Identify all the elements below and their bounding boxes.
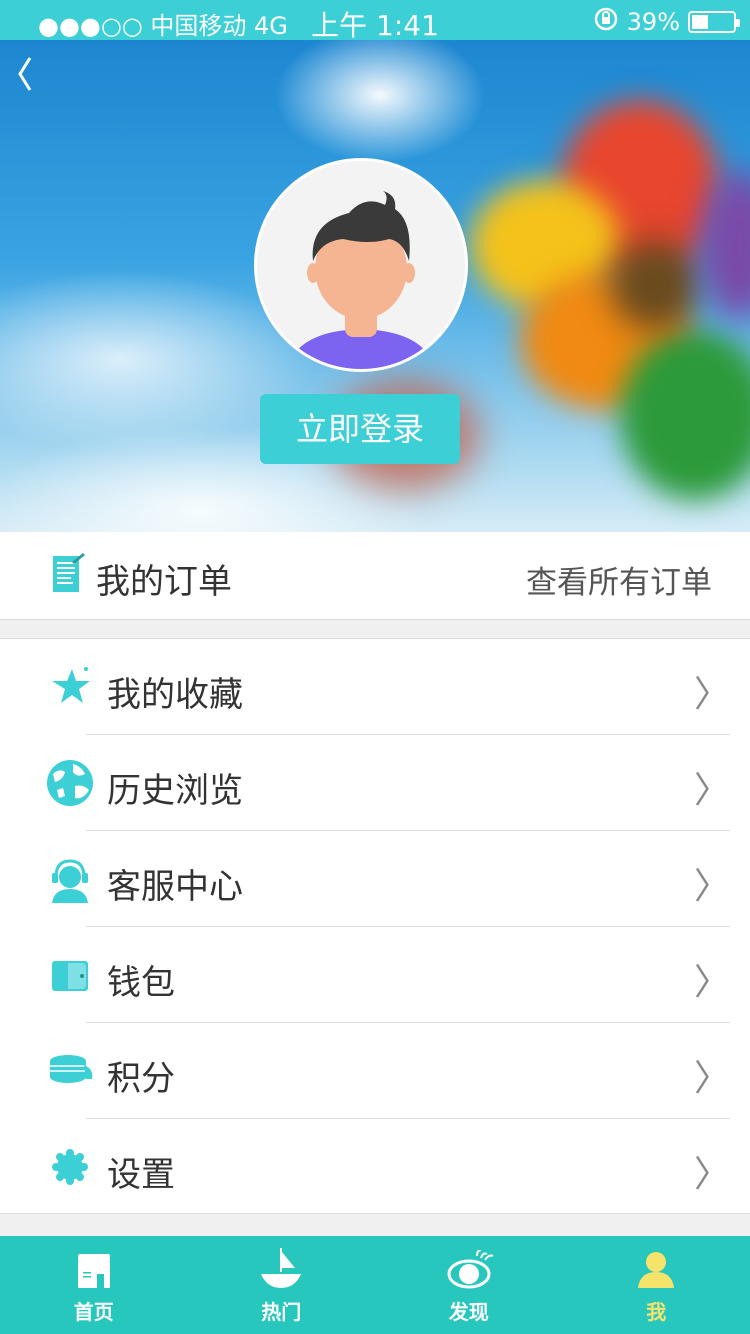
my-orders-row[interactable]: 我的订单 查看所有订单 (0, 532, 750, 620)
tab-home[interactable]: 首页 (0, 1236, 188, 1334)
coins-icon (48, 1049, 93, 1093)
battery-level (692, 15, 708, 29)
eye-icon (447, 1249, 494, 1290)
headset-icon (48, 857, 92, 903)
tab-label: 首页 (73, 1300, 114, 1324)
menu-item-label: 积分 (107, 1059, 175, 1099)
tab-me[interactable]: 我 (563, 1236, 750, 1334)
battery-icon (688, 11, 740, 33)
globe-icon (47, 760, 93, 806)
tab-label: 我 (646, 1300, 667, 1324)
menu-item-wallet[interactable]: 钱包 〉 (0, 927, 750, 1023)
tab-label: 热门 (261, 1300, 302, 1324)
profile-header: 立即登录 (0, 40, 750, 532)
back-chevron-icon[interactable] (14, 54, 36, 101)
pinwheel-center (610, 240, 700, 330)
menu-item-label: 客服中心 (107, 867, 243, 907)
menu-item-label: 钱包 (107, 963, 175, 1003)
wallet-icon (48, 953, 92, 997)
user-avatar-icon[interactable] (254, 158, 468, 372)
menu-item-label: 我的收藏 (107, 675, 243, 715)
tab-label: 发现 (448, 1300, 489, 1324)
order-list-icon (52, 552, 86, 598)
chevron-right-icon: 〉 (693, 962, 730, 1003)
login-button[interactable]: 立即登录 (260, 394, 460, 464)
rotation-lock-icon (593, 6, 619, 38)
home-icon (72, 1250, 116, 1290)
view-all-orders-link[interactable]: 查看所有订单 (526, 557, 712, 602)
tab-discover[interactable]: 发现 (375, 1236, 563, 1334)
chevron-right-icon: 〉 (693, 674, 730, 715)
menu-item-points[interactable]: 积分 〉 (0, 1023, 750, 1119)
menu-item-label: 历史浏览 (107, 771, 243, 811)
my-orders-title: 我的订单 (96, 562, 232, 602)
chevron-right-icon: 〉 (693, 866, 730, 907)
status-bar: ●●●○○ 中国移动 4G 上午 1:41 39% (0, 0, 750, 42)
star-icon (48, 665, 92, 709)
menu-item-history[interactable]: 历史浏览 〉 (0, 735, 750, 831)
person-icon (634, 1250, 678, 1290)
gear-icon (48, 1145, 92, 1189)
chevron-right-icon: 〉 (693, 770, 730, 811)
sailboat-icon (259, 1248, 303, 1290)
chevron-right-icon: 〉 (693, 1058, 730, 1099)
menu-item-settings[interactable]: 设置 〉 (0, 1119, 750, 1215)
profile-menu-list: 我的收藏 〉 历史浏览 〉 客服中心 〉 钱包 〉 积分 〉 设置 〉 (0, 638, 750, 1214)
menu-item-favorites[interactable]: 我的收藏 〉 (0, 639, 750, 735)
menu-item-customer-service[interactable]: 客服中心 〉 (0, 831, 750, 927)
battery-percent: 39% (626, 8, 680, 36)
tab-hot[interactable]: 热门 (188, 1236, 376, 1334)
menu-item-label: 设置 (107, 1155, 175, 1195)
chevron-right-icon: 〉 (693, 1154, 730, 1195)
bottom-tab-bar: 首页 热门 发现 我 (0, 1236, 750, 1334)
